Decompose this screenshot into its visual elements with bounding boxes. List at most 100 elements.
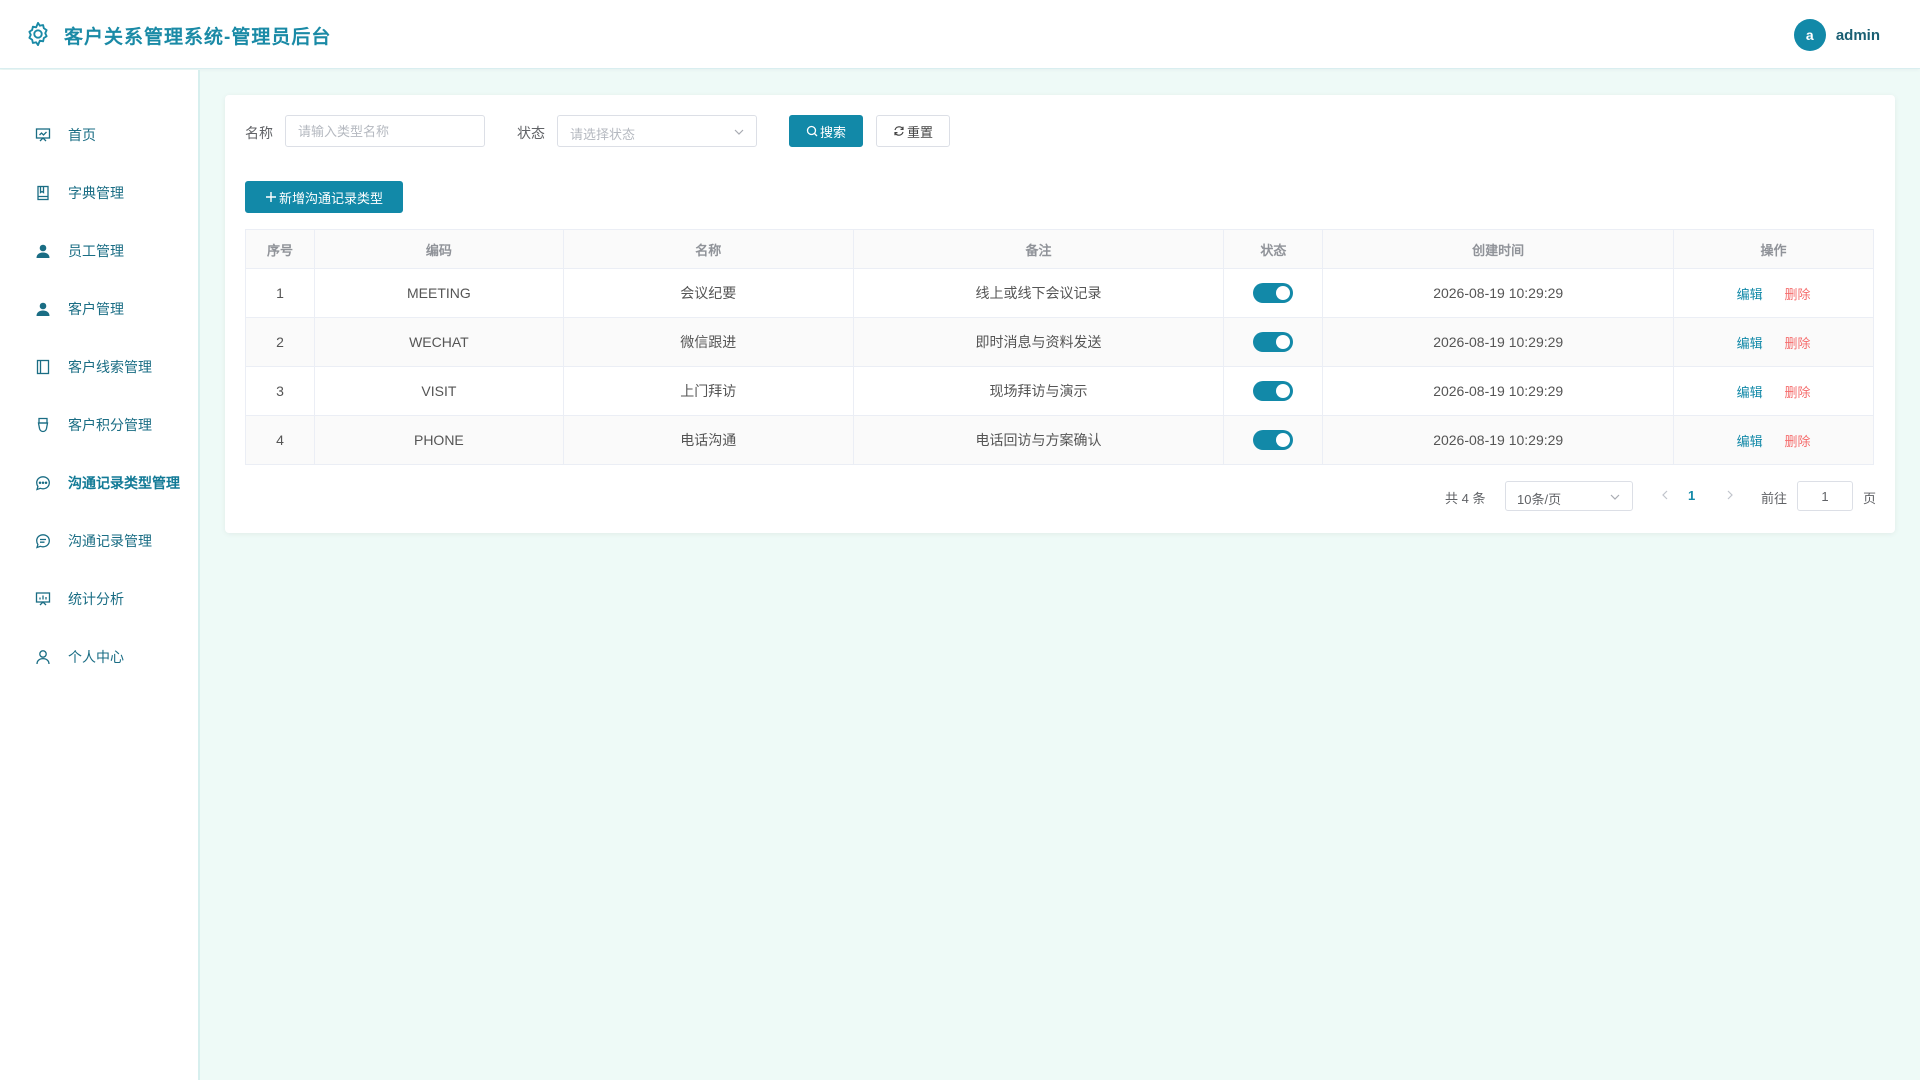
cell-remark: 即时消息与资料发送 xyxy=(852,317,1225,367)
edit-link[interactable]: 编辑 xyxy=(1737,287,1763,302)
cell-status xyxy=(1223,268,1324,318)
sidebar-item-label: 沟通记录类型管理 xyxy=(68,475,180,491)
cell-name: 上门拜访 xyxy=(562,366,854,416)
edit-link[interactable]: 编辑 xyxy=(1737,385,1763,400)
cell-remark: 线上或线下会议记录 xyxy=(852,268,1225,318)
chat-line-icon xyxy=(33,531,53,551)
cell-name: 会议纪要 xyxy=(562,268,854,318)
sidebar-item-leads[interactable]: 客户线索管理 xyxy=(0,347,198,387)
cell-status xyxy=(1223,317,1324,367)
table-row: 4 PHONE 电话沟通 电话回访与方案确认 2026-08-19 10:29:… xyxy=(245,415,1874,465)
toggle-knob xyxy=(1276,286,1291,300)
top-header: 客户关系管理系统-管理员后台 a admin xyxy=(0,0,1920,69)
chevron-down-icon xyxy=(734,129,744,135)
notebook-icon xyxy=(33,357,53,377)
reset-button[interactable]: 重置 xyxy=(876,115,950,147)
sidebar-item-label: 客户管理 xyxy=(68,301,124,317)
name-filter-label: 名称 xyxy=(245,125,273,141)
cell-index: 1 xyxy=(245,268,315,318)
add-comm-type-button[interactable]: 新增沟通记录类型 xyxy=(245,181,403,213)
reset-button-label: 重置 xyxy=(906,124,933,140)
pagination-goto-input[interactable] xyxy=(1797,481,1853,511)
chevron-right-icon[interactable] xyxy=(1722,487,1738,503)
sidebar-item-employees[interactable]: 员工管理 xyxy=(0,231,198,271)
cell-index: 2 xyxy=(245,317,315,367)
username[interactable]: admin xyxy=(1836,27,1880,44)
status-toggle[interactable] xyxy=(1253,332,1294,352)
cell-actions: 编辑 删除 xyxy=(1673,415,1874,465)
status-toggle[interactable] xyxy=(1253,430,1294,450)
add-button-label: 新增沟通记录类型 xyxy=(278,190,383,206)
app-title: 客户关系管理系统-管理员后台 xyxy=(64,27,332,48)
cell-created: 2026-08-19 10:29:29 xyxy=(1322,366,1675,416)
column-header-actions: 操作 xyxy=(1673,229,1874,269)
sidebar-item-comm-types[interactable]: 沟通记录类型管理 xyxy=(0,463,198,503)
page-size-select[interactable]: 10条/页 xyxy=(1505,481,1633,511)
status-toggle[interactable] xyxy=(1253,381,1294,401)
status-toggle[interactable] xyxy=(1253,283,1294,303)
delete-link[interactable]: 删除 xyxy=(1784,336,1810,351)
name-search-input[interactable] xyxy=(285,115,485,147)
sidebar-item-label: 字典管理 xyxy=(68,185,124,201)
cell-status xyxy=(1223,415,1324,465)
status-select[interactable]: 请选择状态 xyxy=(557,115,757,147)
sidebar-item-label: 统计分析 xyxy=(68,591,124,607)
edit-link[interactable]: 编辑 xyxy=(1737,336,1763,351)
cell-index: 3 xyxy=(245,366,315,416)
delete-link[interactable]: 删除 xyxy=(1784,434,1810,449)
sidebar-item-customers[interactable]: 客户管理 xyxy=(0,289,198,329)
table-row: 1 MEETING 会议纪要 线上或线下会议记录 2026-08-19 10:2… xyxy=(245,268,1874,318)
column-header-name: 名称 xyxy=(562,229,854,269)
pagination-current-page[interactable]: 1 xyxy=(1688,488,1695,503)
book-icon xyxy=(33,183,53,203)
sidebar-item-label: 客户积分管理 xyxy=(68,417,152,433)
user-filled-icon xyxy=(33,299,53,319)
cell-created: 2026-08-19 10:29:29 xyxy=(1322,317,1675,367)
edit-link[interactable]: 编辑 xyxy=(1737,434,1763,449)
toggle-knob xyxy=(1276,433,1291,447)
avatar[interactable]: a xyxy=(1793,19,1826,51)
cell-created: 2026-08-19 10:29:29 xyxy=(1322,415,1675,465)
status-select-placeholder: 请选择状态 xyxy=(570,127,636,142)
sidebar-item-home[interactable]: 首页 xyxy=(0,115,198,155)
sidebar-item-dictionary[interactable]: 字典管理 xyxy=(0,173,198,213)
sidebar: 首页 字典管理 员工管理 客户管理 客户线索管理 客户积分管理 沟通记录类型管理… xyxy=(0,70,200,1080)
sidebar-item-label: 首页 xyxy=(68,127,96,143)
search-button[interactable]: 搜索 xyxy=(789,115,863,147)
page-size-value: 10条/页 xyxy=(1517,492,1562,507)
refresh-icon xyxy=(894,126,904,136)
table-header-row: 序号 编码 名称 备注 状态 创建时间 操作 xyxy=(245,229,1874,269)
chevron-left-icon[interactable] xyxy=(1657,487,1673,503)
sidebar-item-points[interactable]: 客户积分管理 xyxy=(0,405,198,445)
sidebar-item-statistics[interactable]: 统计分析 xyxy=(0,579,198,619)
sidebar-item-profile[interactable]: 个人中心 xyxy=(0,637,198,677)
comm-type-table: 序号 编码 名称 备注 状态 创建时间 操作 1 MEETING 会议纪要 线上… xyxy=(245,229,1874,465)
sidebar-item-label: 个人中心 xyxy=(68,649,124,665)
column-header-index: 序号 xyxy=(245,229,315,269)
table-row: 3 VISIT 上门拜访 现场拜访与演示 2026-08-19 10:29:29… xyxy=(245,366,1874,416)
cell-status xyxy=(1223,366,1324,416)
chevron-down-icon xyxy=(1610,494,1620,500)
toggle-knob xyxy=(1276,384,1291,398)
cell-created: 2026-08-19 10:29:29 xyxy=(1322,268,1675,318)
cell-code: WECHAT xyxy=(313,317,564,367)
presentation-icon xyxy=(33,125,53,145)
pagination-goto-label: 前往 xyxy=(1761,491,1788,506)
sidebar-item-label: 客户线索管理 xyxy=(68,359,152,375)
cell-name: 电话沟通 xyxy=(562,415,854,465)
pagination-total: 共 4 条 xyxy=(1445,491,1486,506)
gear-icon xyxy=(28,21,48,47)
delete-link[interactable]: 删除 xyxy=(1784,287,1810,302)
chat-dots-icon xyxy=(33,473,53,493)
delete-link[interactable]: 删除 xyxy=(1784,385,1810,400)
cell-code: VISIT xyxy=(313,366,564,416)
sidebar-item-comm-records[interactable]: 沟通记录管理 xyxy=(0,521,198,561)
cell-actions: 编辑 删除 xyxy=(1673,366,1874,416)
user-outline-icon xyxy=(33,647,53,667)
search-button-label: 搜索 xyxy=(819,124,846,140)
column-header-created: 创建时间 xyxy=(1322,229,1675,269)
search-icon xyxy=(806,125,818,137)
table-row: 2 WECHAT 微信跟进 即时消息与资料发送 2026-08-19 10:29… xyxy=(245,317,1874,367)
user-menu[interactable]: a admin xyxy=(1793,19,1880,51)
main-card: 名称 状态 请选择状态 搜索 重置 新增沟通记录类型 序号 编码 名称 备注 状… xyxy=(225,95,1895,533)
